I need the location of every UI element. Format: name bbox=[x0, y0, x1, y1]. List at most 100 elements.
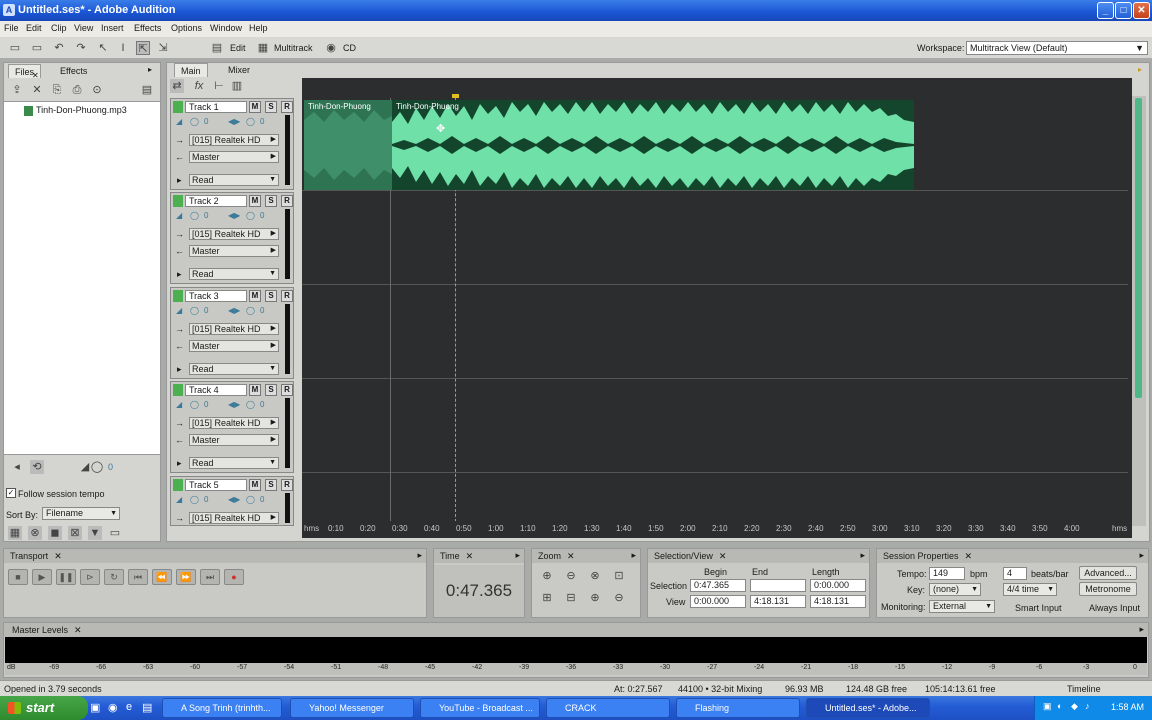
pan-knob-icon[interactable]: ◯ bbox=[246, 211, 255, 220]
list-item[interactable]: Tinh-Don-Phuong.mp3 bbox=[24, 105, 127, 116]
zoom-out-horizontal-icon[interactable]: ⊖ bbox=[564, 569, 578, 583]
solo-button[interactable]: S bbox=[265, 384, 277, 396]
follow-tempo-checkbox[interactable]: ✓ bbox=[6, 488, 16, 498]
speaker-icon[interactable]: ◂ bbox=[10, 460, 24, 474]
panel-menu-icon[interactable]: ▸ bbox=[417, 550, 422, 561]
record-arm-button[interactable]: R bbox=[281, 384, 293, 396]
output-select[interactable]: Master ▶ bbox=[189, 245, 279, 257]
scrub-tool-icon[interactable]: ⇲ bbox=[156, 41, 170, 55]
input-select[interactable]: [015] Realtek HD ▶ bbox=[189, 323, 279, 335]
quicklaunch-2-icon[interactable]: ◉ bbox=[108, 701, 118, 714]
time-selection-icon[interactable]: I bbox=[116, 41, 130, 55]
send-icon[interactable]: ⊢ bbox=[212, 79, 226, 93]
panel-menu-icon[interactable]: ▸ bbox=[515, 550, 520, 561]
pan-value[interactable]: 0 bbox=[260, 306, 264, 315]
pan-knob-icon[interactable]: ◯ bbox=[246, 117, 255, 126]
automation-mode-select[interactable]: Read ▼ bbox=[189, 363, 279, 375]
mute-button[interactable]: M bbox=[249, 101, 261, 113]
quicklaunch-4-icon[interactable]: ▤ bbox=[142, 701, 152, 714]
automation-mode-select[interactable]: Read ▼ bbox=[189, 174, 279, 186]
tray-4-icon[interactable]: ♪ bbox=[1085, 701, 1090, 711]
volume-value[interactable]: 0 bbox=[204, 306, 208, 315]
menu-edit[interactable]: Edit bbox=[26, 23, 42, 33]
expand-icon[interactable]: ▸ bbox=[177, 458, 182, 469]
tray-1-icon[interactable]: ▣ bbox=[1043, 701, 1052, 712]
vertical-scrollbar[interactable] bbox=[1132, 96, 1146, 526]
pan-knob-icon[interactable]: ◯ bbox=[246, 306, 255, 315]
expand-icon[interactable]: ▸ bbox=[177, 175, 182, 186]
always-input-option[interactable]: Always Input bbox=[1089, 603, 1140, 613]
insert-icon[interactable]: ⎘ bbox=[50, 83, 64, 97]
start-button[interactable]: start bbox=[0, 696, 88, 720]
tempo-field[interactable]: 149 bbox=[929, 567, 965, 580]
quicklaunch-1-icon[interactable]: ▣ bbox=[90, 701, 100, 714]
pause-button[interactable]: ❚❚ bbox=[56, 569, 76, 585]
zoom-selection-icon[interactable]: ⊡ bbox=[612, 569, 626, 583]
panel-menu-icon[interactable]: ▸ bbox=[1139, 550, 1144, 561]
view-audio-icon[interactable]: ▦ bbox=[8, 526, 22, 540]
panel-menu-icon[interactable]: ▸ bbox=[860, 550, 865, 561]
close-tab-icon[interactable]: ✕ bbox=[54, 551, 62, 561]
fast-forward-button[interactable]: ⏩ bbox=[176, 569, 196, 585]
record-button[interactable]: ● bbox=[224, 569, 244, 585]
output-select[interactable]: Master ▶ bbox=[189, 340, 279, 352]
mute-button[interactable]: M bbox=[249, 479, 261, 491]
record-arm-button[interactable]: R bbox=[281, 101, 293, 113]
menu-file[interactable]: File bbox=[4, 23, 19, 33]
menu-options[interactable]: Options bbox=[171, 23, 202, 33]
tab-effects[interactable]: Effects bbox=[54, 64, 93, 78]
minimize-button[interactable]: _ bbox=[1097, 2, 1114, 19]
zoom-out-full-icon[interactable]: ⊗ bbox=[588, 569, 602, 583]
panel-menu-icon[interactable]: ▸ bbox=[148, 65, 152, 74]
record-arm-button[interactable]: R bbox=[281, 195, 293, 207]
pan-knob-icon[interactable]: ◯ bbox=[246, 495, 255, 504]
panel-menu-icon[interactable]: ▸ bbox=[1139, 624, 1144, 635]
track-name[interactable]: Track 4 bbox=[185, 384, 247, 396]
eq-icon[interactable]: ▥ bbox=[230, 79, 244, 93]
pan-knob-icon[interactable]: ◯ bbox=[246, 400, 255, 409]
view-loop-icon[interactable]: ⊗ bbox=[28, 526, 42, 540]
tab-main[interactable]: Main bbox=[174, 63, 208, 77]
tool-4-icon[interactable]: ↷ bbox=[74, 41, 88, 55]
zoom-in-vertical-icon[interactable]: ⊕ bbox=[588, 591, 602, 605]
play-from-cursor-button[interactable]: ⊳ bbox=[80, 569, 100, 585]
volume-knob-icon[interactable]: ◯ bbox=[190, 400, 199, 409]
mute-button[interactable]: M bbox=[249, 384, 261, 396]
panel-menu-icon[interactable]: ▸ bbox=[631, 550, 636, 561]
output-select[interactable]: Master ▶ bbox=[189, 434, 279, 446]
view-video-icon[interactable]: ◼ bbox=[48, 526, 62, 540]
expand-icon[interactable]: ▸ bbox=[177, 364, 182, 375]
input-select[interactable]: [015] Realtek HD ▶ bbox=[189, 512, 279, 524]
volume-knob-icon[interactable]: ◯ bbox=[90, 460, 104, 474]
automation-mode-select[interactable]: Read ▼ bbox=[189, 457, 279, 469]
volume-knob-icon[interactable]: ◯ bbox=[190, 306, 199, 315]
edit-file-icon[interactable]: ⎙ bbox=[70, 83, 84, 97]
menu-view[interactable]: View bbox=[74, 23, 93, 33]
stop-button[interactable]: ■ bbox=[8, 569, 28, 585]
close-tab-icon[interactable]: ✕ bbox=[719, 551, 727, 561]
key-select[interactable]: (none) ▼ bbox=[929, 583, 981, 596]
cd-view-icon[interactable]: ◉ bbox=[324, 41, 338, 55]
move-tool-icon[interactable]: ↖ bbox=[96, 41, 110, 55]
pan-value[interactable]: 0 bbox=[260, 211, 264, 220]
output-select[interactable]: Master ▶ bbox=[189, 151, 279, 163]
multitrack-view-icon[interactable]: ▦ bbox=[256, 41, 270, 55]
solo-button[interactable]: S bbox=[265, 479, 277, 491]
input-select[interactable]: [015] Realtek HD ▶ bbox=[189, 228, 279, 240]
advanced-button[interactable]: Advanced... bbox=[1079, 566, 1137, 580]
zoom-in-horizontal-icon[interactable]: ⊕ bbox=[540, 569, 554, 583]
taskbar-item[interactable]: Untitled.ses* - Adobe... bbox=[806, 698, 930, 718]
menu-insert[interactable]: Insert bbox=[101, 23, 124, 33]
pan-value[interactable]: 0 bbox=[260, 400, 264, 409]
maximize-button[interactable]: □ bbox=[1115, 2, 1132, 19]
close-tab-icon[interactable]: ✕ bbox=[32, 71, 39, 80]
import-icon[interactable]: ⇪ bbox=[10, 83, 24, 97]
close-tab-icon[interactable]: ✕ bbox=[466, 551, 474, 561]
taskbar-item[interactable]: CRACK bbox=[546, 698, 670, 718]
mute-button[interactable]: M bbox=[249, 290, 261, 302]
timeline[interactable]: Tinh-Don-Phuong Tinh-Don-Phuong ✥ bbox=[302, 78, 1132, 538]
refresh-icon[interactable]: ⇄ bbox=[170, 79, 184, 93]
selection-end-field[interactable] bbox=[750, 579, 806, 592]
menu-help[interactable]: Help bbox=[249, 23, 268, 33]
pan-value[interactable]: 0 bbox=[260, 117, 264, 126]
